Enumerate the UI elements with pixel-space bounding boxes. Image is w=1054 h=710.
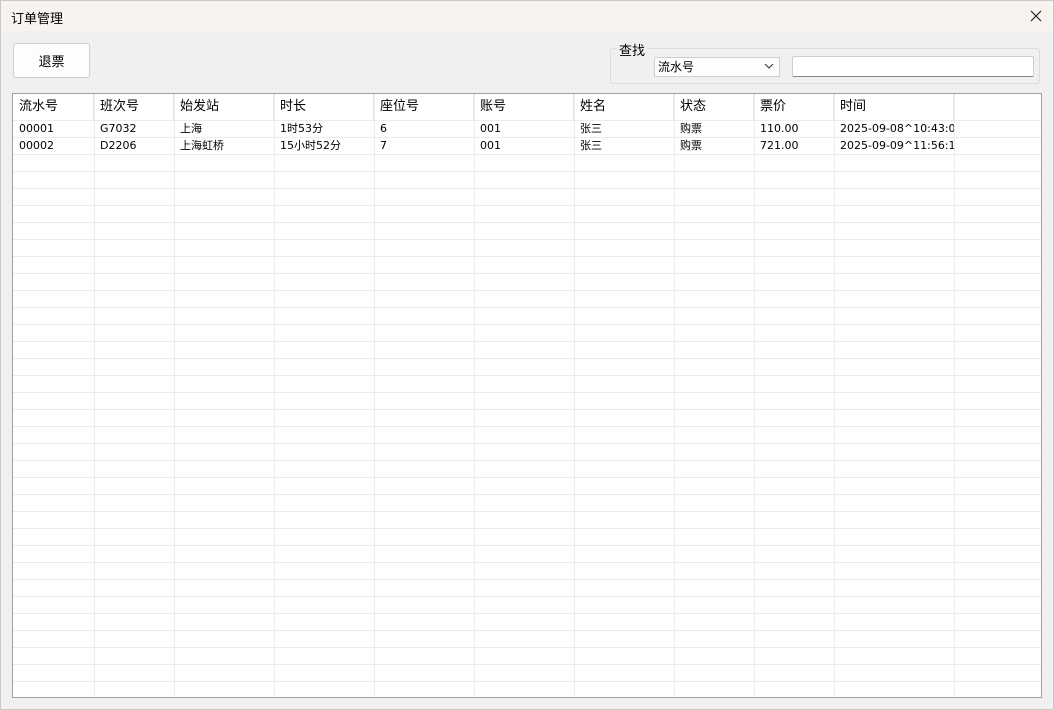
table-cell: D2206	[100, 139, 137, 152]
column-header[interactable]: 始发站	[174, 94, 274, 120]
refund-button[interactable]: 退票	[13, 43, 90, 78]
table-cell: 721.00	[760, 139, 799, 152]
column-header[interactable]: 账号	[474, 94, 574, 120]
table-cell: 购票	[680, 139, 702, 152]
table-cell: 上海	[180, 122, 202, 135]
close-button[interactable]	[1019, 1, 1053, 31]
table-row[interactable]: 00002 D2206 上海虹桥 15小时52分 7 001 张三 购票 721.00 2025-…	[13, 137, 1041, 154]
table-cell: 张三	[580, 122, 602, 135]
table-cell: 2025-09-09^11:56:12	[840, 139, 954, 152]
table-cell: 00001	[19, 122, 54, 135]
window-title: 订单管理	[11, 12, 64, 27]
search-field-select[interactable]: 流水号	[654, 57, 780, 77]
search-field-value: 流水号	[658, 60, 695, 74]
search-group-label: 查找	[616, 40, 649, 59]
column-header[interactable]: 班次号	[94, 94, 174, 120]
table-cell: 7	[380, 139, 387, 152]
table-header: 流水号 班次号 始发站 时长 座位号 账号 姓名 状态 票价 时间	[13, 94, 1041, 120]
column-header[interactable]: 座位号	[374, 94, 474, 120]
grid-lines	[13, 94, 1041, 697]
table-cell: G7032	[100, 122, 137, 135]
table-cell: 00002	[19, 139, 54, 152]
column-header[interactable]: 票价	[754, 94, 834, 120]
table-row[interactable]: 00001 G7032 上海 1时53分 6 001 张三 购票 110.00 2025-09-0…	[13, 120, 1041, 137]
table-cell: 1时53分	[280, 122, 323, 135]
table-cell: 15小时52分	[280, 139, 341, 152]
title-bar: 订单管理	[1, 1, 1053, 31]
orders-table[interactable]: 流水号 班次号 始发站 时长 座位号 账号 姓名 状态 票价 时间 00001 G7032 上海 1时5…	[12, 93, 1042, 698]
table-cell: 001	[480, 139, 501, 152]
search-input[interactable]	[792, 56, 1034, 77]
table-cell: 2025-09-08^10:43:09	[840, 122, 954, 135]
column-header[interactable]: 时间	[834, 94, 954, 120]
column-header[interactable]: 状态	[674, 94, 754, 120]
table-cell: 购票	[680, 122, 702, 135]
column-header[interactable]: 姓名	[574, 94, 674, 120]
table-cell: 001	[480, 122, 501, 135]
column-header[interactable]: 流水号	[13, 94, 94, 120]
table-cell: 张三	[580, 139, 602, 152]
close-icon	[1030, 10, 1042, 22]
table-cell: 110.00	[760, 122, 799, 135]
table-cell: 上海虹桥	[180, 139, 224, 152]
column-header[interactable]: 时长	[274, 94, 374, 120]
chevron-down-icon	[764, 63, 774, 69]
table-cell: 6	[380, 122, 387, 135]
